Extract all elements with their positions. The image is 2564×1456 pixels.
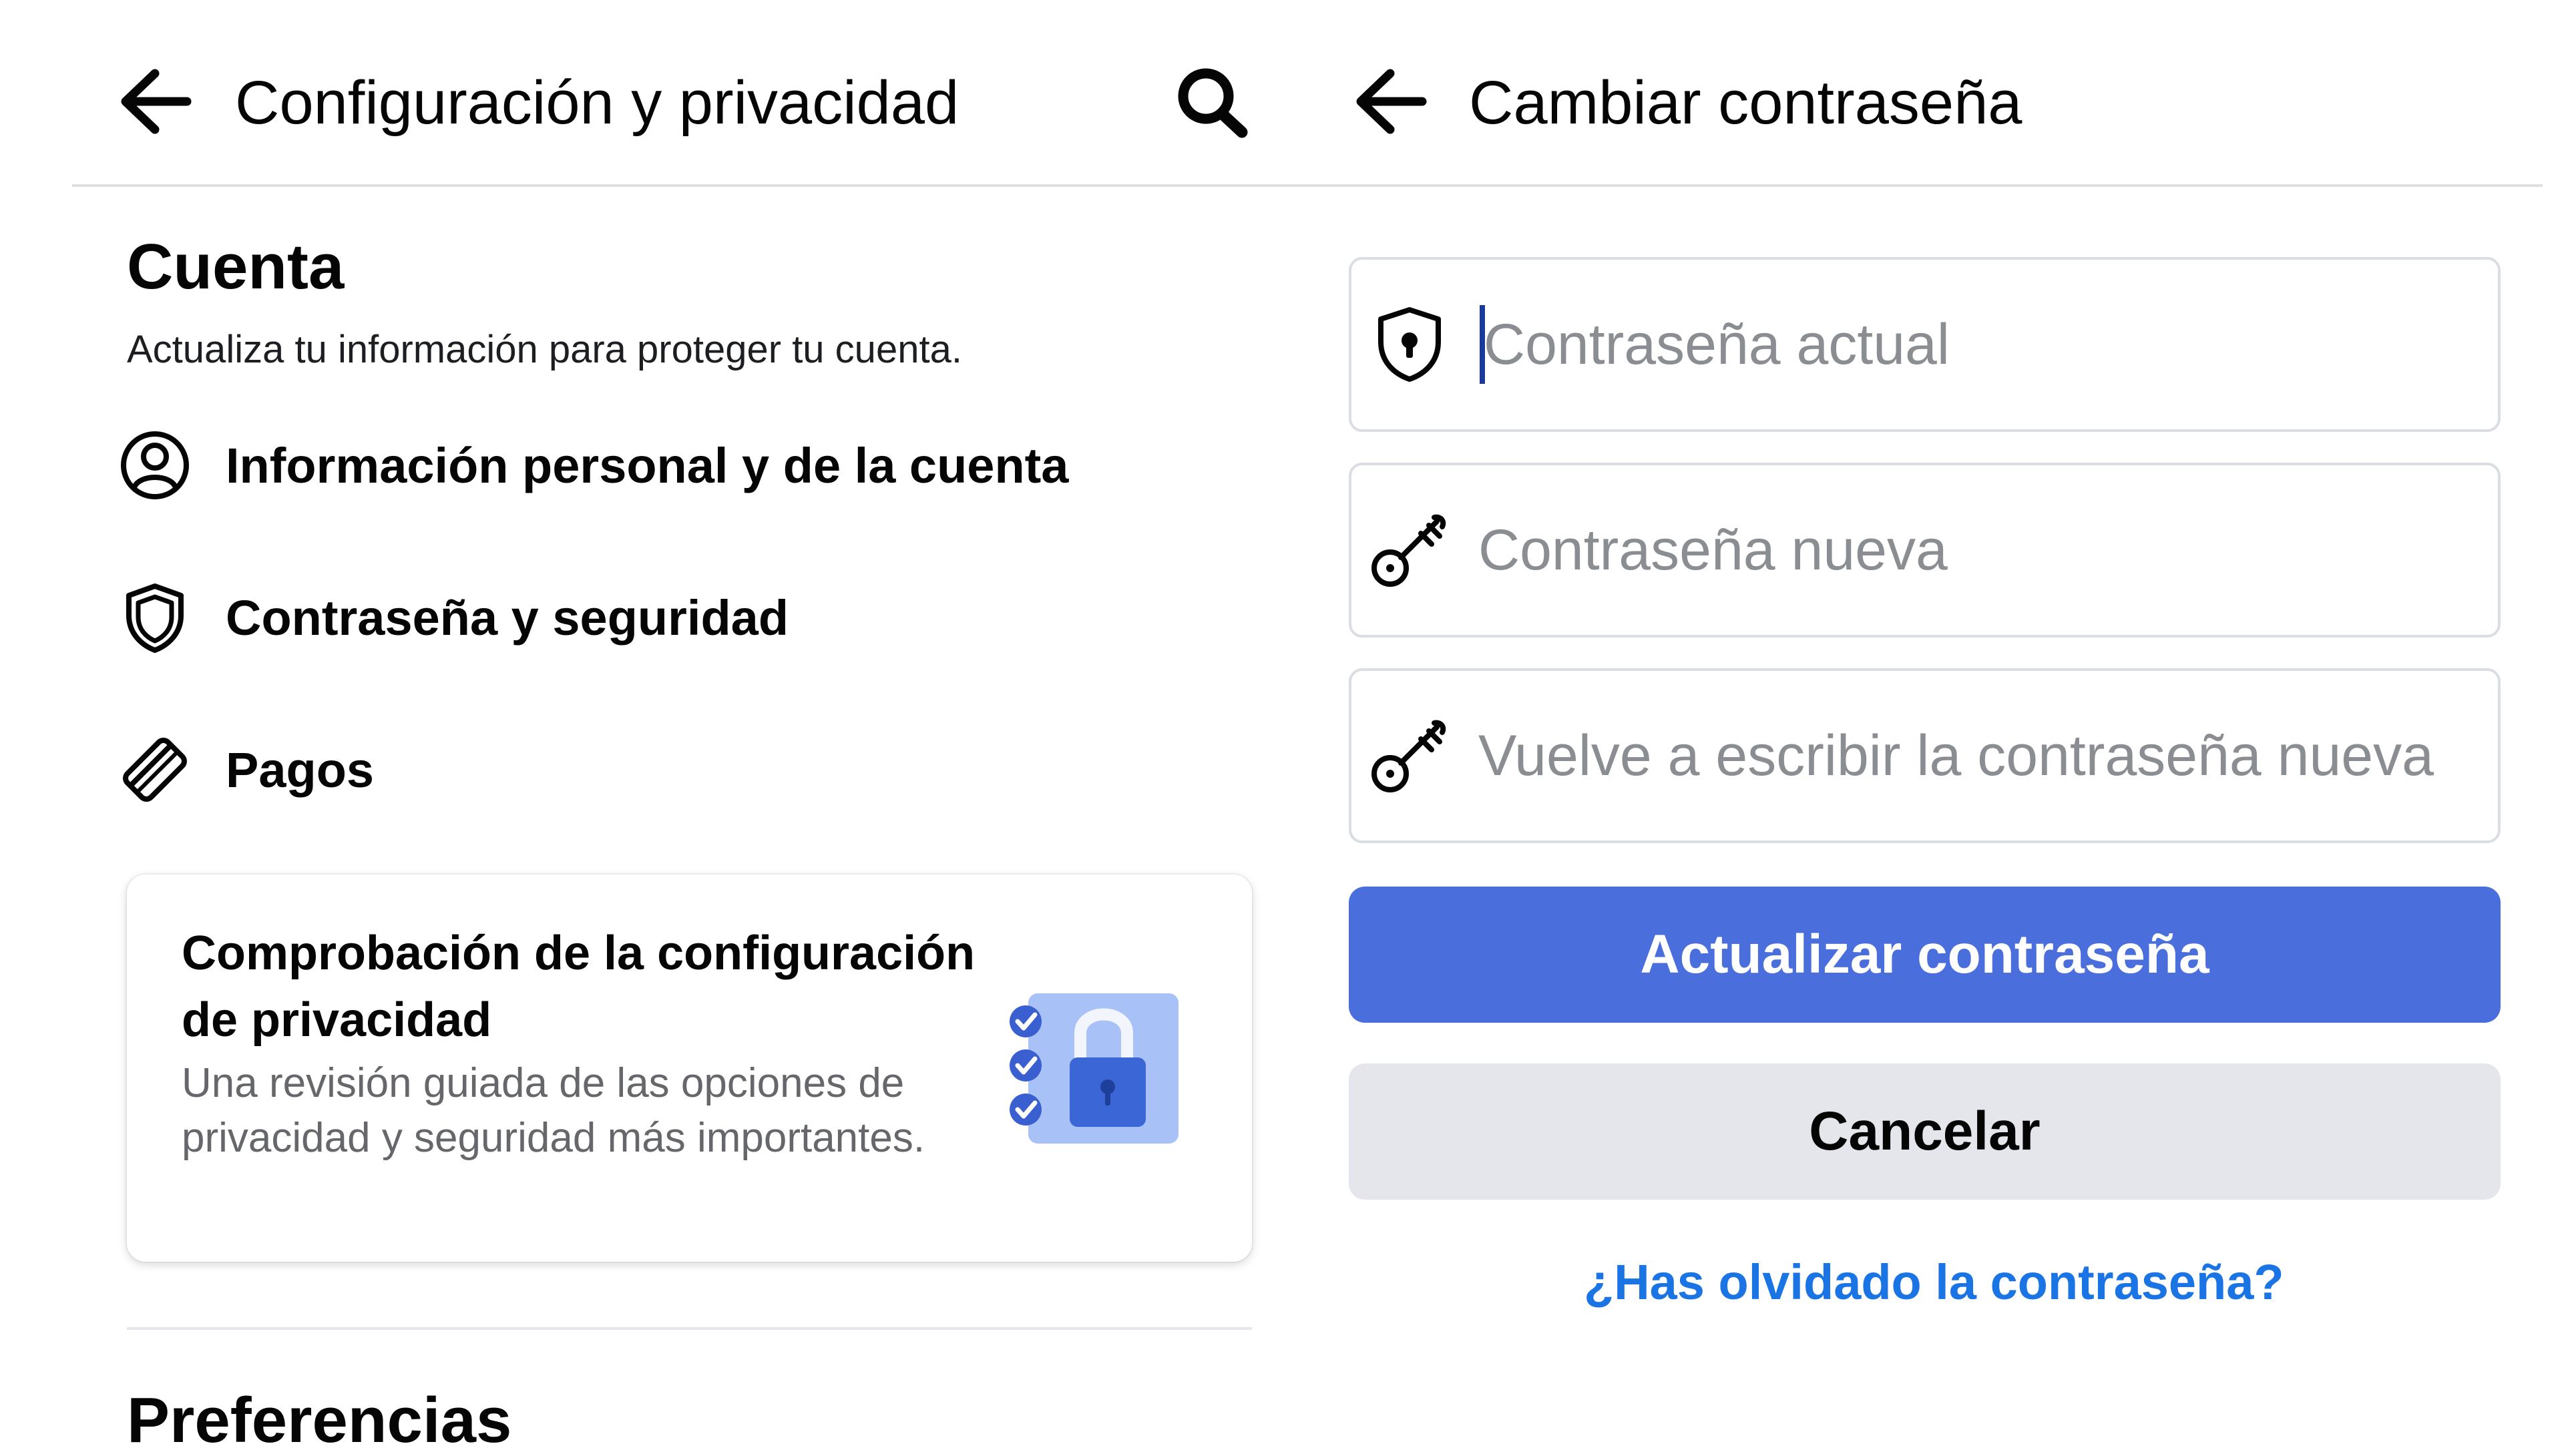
new-password-field[interactable] xyxy=(1349,463,2501,638)
card-title: Comprobación de la configuración de priv… xyxy=(182,927,976,1047)
menu-item-label: Contraseña y seguridad xyxy=(226,589,789,646)
menu-item-personal-info[interactable]: Información personal y de la cuenta xyxy=(120,415,1255,515)
confirm-password-field[interactable] xyxy=(1349,668,2501,843)
update-password-button[interactable]: Actualizar contraseña xyxy=(1349,887,2501,1023)
confirm-password-input[interactable] xyxy=(1478,722,2467,789)
forgot-password-link[interactable]: ¿Has olvidado la contraseña? xyxy=(1584,1254,2284,1310)
shield-lock-icon xyxy=(1359,304,1460,385)
page-title: Cambiar contraseña xyxy=(1469,69,2022,137)
menu-item-label: Pagos xyxy=(226,742,375,798)
current-password-field[interactable] xyxy=(1349,257,2501,432)
card-description: Una revisión guiada de las opciones de p… xyxy=(182,1060,925,1161)
back-button[interactable] xyxy=(112,61,199,142)
arrow-left-icon xyxy=(121,69,192,134)
menu-item-payments[interactable]: Pagos xyxy=(120,720,1255,820)
arrow-left-icon xyxy=(1356,69,1427,134)
tag-icon xyxy=(115,730,195,810)
page-title: Configuración y privacidad xyxy=(235,69,959,137)
search-button[interactable] xyxy=(1168,61,1255,142)
menu-item-label: Información personal y de la cuenta xyxy=(226,437,1069,493)
user-circle-icon xyxy=(115,425,195,505)
shield-icon xyxy=(115,577,195,658)
account-section-subtitle: Actualiza tu información para proteger t… xyxy=(127,328,962,371)
privacy-checkup-card[interactable]: Comprobación de la configuración de priv… xyxy=(127,875,1252,1262)
section-divider xyxy=(127,1327,1252,1330)
preferences-section-title: Preferencias xyxy=(127,1385,512,1456)
key-icon xyxy=(1359,712,1460,799)
account-section-title: Cuenta xyxy=(127,231,345,302)
search-icon xyxy=(1178,68,1248,138)
header-divider xyxy=(72,184,2543,187)
cancel-button[interactable]: Cancelar xyxy=(1349,1063,2501,1200)
new-password-input[interactable] xyxy=(1478,517,2467,583)
back-button[interactable] xyxy=(1347,61,1434,142)
checklist-lock-illustration xyxy=(1008,987,1182,1147)
key-icon xyxy=(1359,507,1460,593)
current-password-input[interactable] xyxy=(1484,311,2472,378)
menu-item-password-security[interactable]: Contraseña y seguridad xyxy=(120,567,1255,668)
